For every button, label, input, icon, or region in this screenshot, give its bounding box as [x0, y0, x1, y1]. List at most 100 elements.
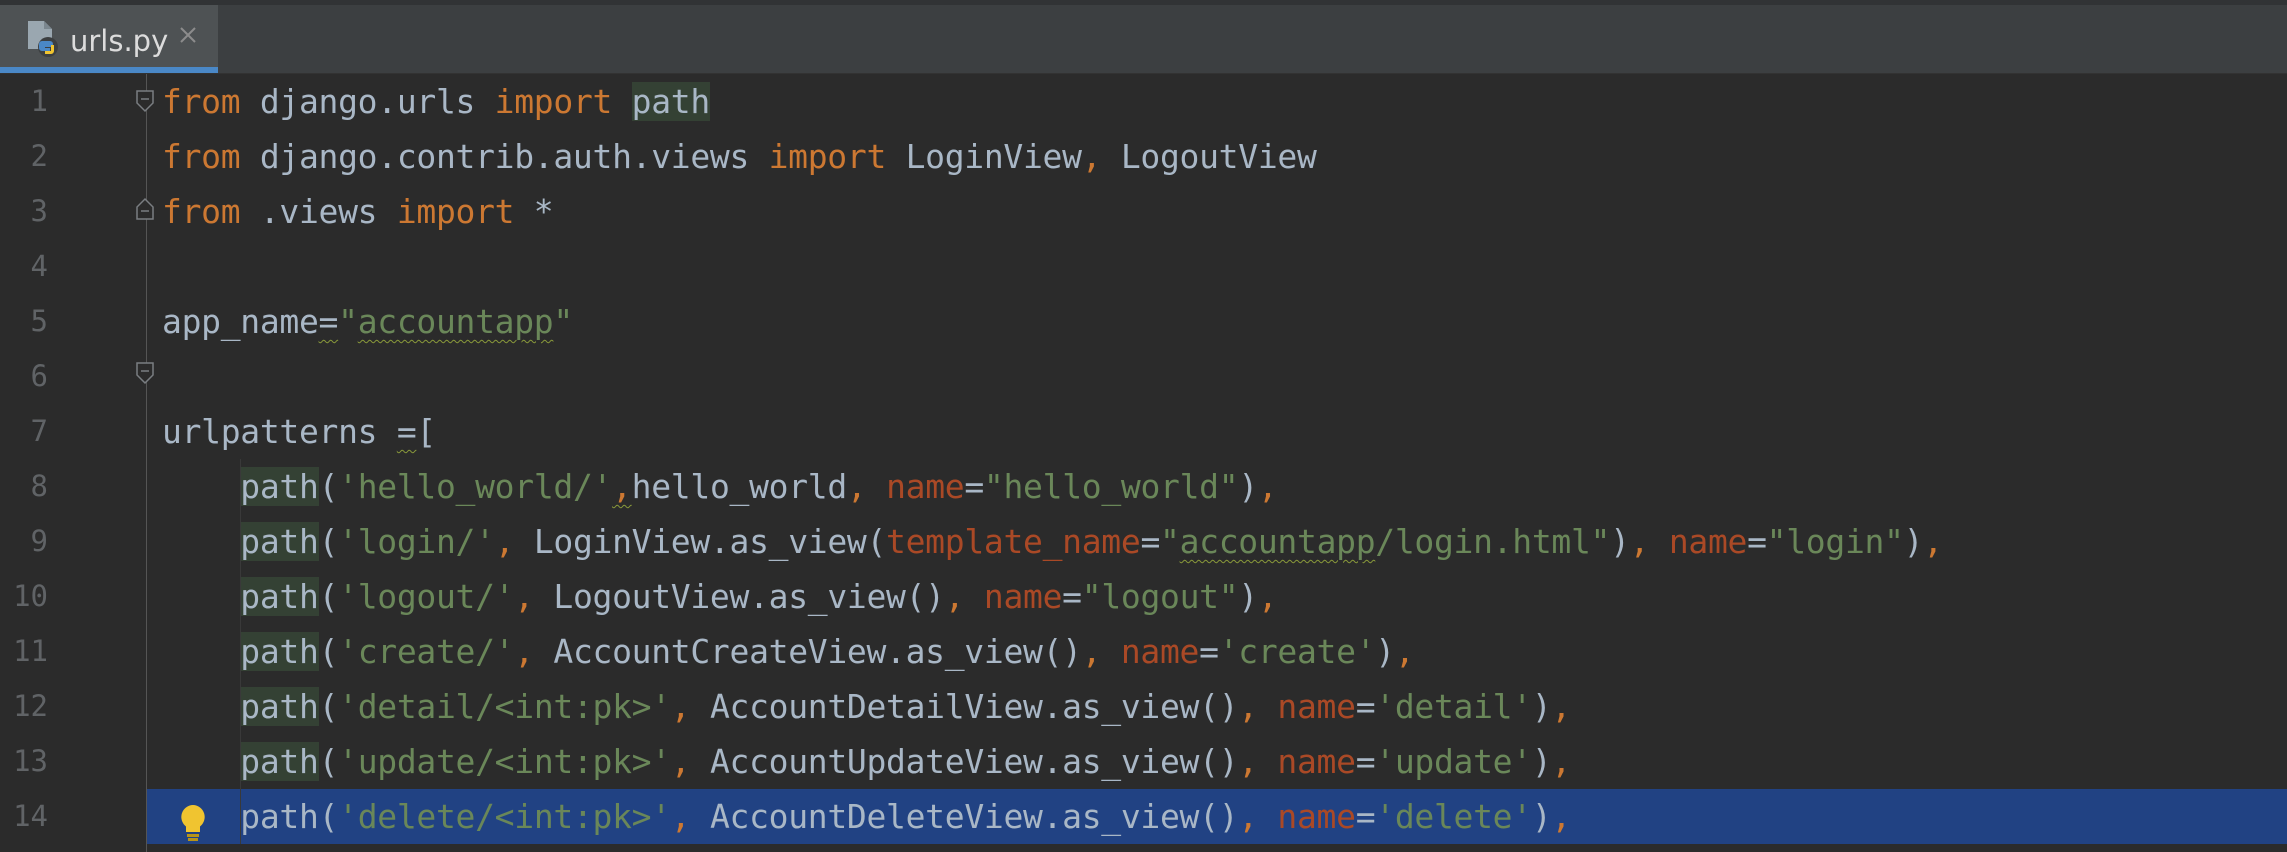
code-token: .views [240, 192, 397, 231]
code-line[interactable]: path('update/<int:pk>', AccountUpdateVie… [0, 734, 2287, 789]
code-line[interactable]: path('login/', LoginView.as_view(templat… [0, 514, 2287, 569]
fold-end-icon[interactable] [134, 196, 156, 222]
code-token: name [1277, 797, 1356, 836]
line-number[interactable]: 7 [0, 404, 48, 459]
code-token: , [1238, 742, 1278, 781]
code-text: path('delete/<int:pk>', AccountDeleteVie… [162, 789, 1571, 844]
code-token: 'hello_world/' [338, 467, 613, 506]
line-number[interactable]: 6 [0, 349, 48, 404]
code-token: , [1238, 687, 1278, 726]
code-token: django.urls [240, 82, 495, 121]
code-token: from [162, 137, 241, 176]
code-token: ( [318, 797, 339, 836]
code-token: 'delete/<int:pk>' [338, 797, 671, 836]
code-token: 'create/' [338, 632, 515, 671]
code-line[interactable] [0, 349, 2287, 404]
code-token: 'login/' [338, 522, 495, 561]
line-number[interactable]: 12 [0, 679, 48, 734]
code-token: , [1551, 742, 1571, 781]
code-token: ( [318, 742, 339, 781]
lightbulb-icon[interactable] [176, 802, 210, 844]
line-number[interactable]: 13 [0, 734, 48, 789]
code-token: , [846, 467, 887, 506]
close-icon[interactable] [174, 21, 202, 49]
code-token: * [514, 192, 554, 231]
code-line[interactable]: app_name="accountapp" [0, 294, 2287, 349]
code-token: , [1551, 687, 1571, 726]
code-token: , [1081, 632, 1121, 671]
code-token: 'delete' [1375, 797, 1532, 836]
code-text: from .views import * [162, 184, 554, 239]
code-line[interactable]: urlpatterns =[ [0, 404, 2287, 459]
code-text: path('hello_world/',hello_world, name="h… [162, 459, 1278, 514]
code-token: AccountDeleteView.as_view() [709, 797, 1239, 836]
code-text: path('create/', AccountCreateView.as_vie… [162, 624, 1415, 679]
code-line[interactable]: from .views import * [0, 184, 2287, 239]
code-line[interactable]: from django.urls import path [0, 74, 2287, 129]
code-token: path [240, 687, 319, 726]
tab-urls-py[interactable]: urls.py [0, 5, 218, 73]
line-number[interactable]: 5 [0, 294, 48, 349]
code-line[interactable]: path('detail/<int:pk>', AccountDetailVie… [0, 679, 2287, 734]
code-token: , [670, 687, 710, 726]
ide-window: urls.py from django.urls import path from… [0, 0, 2287, 852]
code-text: app_name="accountapp" [162, 294, 573, 349]
code-text: path('login/', LoginView.as_view(templat… [162, 514, 1943, 569]
line-number[interactable]: 4 [0, 239, 48, 294]
code-token: , [1551, 797, 1571, 836]
code-token: " [338, 302, 358, 341]
code-token: path [240, 467, 319, 506]
code-token: " [1160, 522, 1180, 561]
code-token: " [553, 302, 573, 341]
fold-start-icon[interactable] [134, 360, 156, 386]
code-token: path [240, 522, 319, 561]
code-token: ) [1238, 467, 1258, 506]
active-tab-indicator [0, 67, 218, 73]
code-token: , [494, 522, 534, 561]
fold-start-icon[interactable] [134, 88, 156, 114]
code-token: = [1140, 522, 1161, 561]
code-token: 'detail/<int:pk>' [338, 687, 671, 726]
code-token: = [1355, 797, 1376, 836]
gutter-separator [146, 74, 147, 852]
tab-bar-top-border [0, 0, 2287, 5]
code-token: from [162, 192, 241, 231]
line-number[interactable]: 14 [0, 789, 48, 844]
code-token: app_name [162, 302, 319, 341]
code-line[interactable] [0, 239, 2287, 294]
line-number[interactable]: 9 [0, 514, 48, 569]
code-editor[interactable]: from django.urls import path from django.… [0, 74, 2287, 852]
code-token: ) [1375, 632, 1395, 671]
code-line[interactable]: path('create/', AccountCreateView.as_vie… [0, 624, 2287, 679]
line-number[interactable]: 3 [0, 184, 48, 239]
line-number[interactable]: 8 [0, 459, 48, 514]
code-token: ( [318, 687, 339, 726]
code-token: 'update/<int:pk>' [338, 742, 671, 781]
line-number[interactable]: 10 [0, 569, 48, 624]
code-text: path('detail/<int:pk>', AccountDetailVie… [162, 679, 1571, 734]
code-token: = [396, 412, 417, 451]
code-token: name [983, 577, 1063, 616]
code-token: "hello_world" [983, 467, 1239, 506]
code-token: ) [1531, 797, 1552, 836]
code-token: LoginView.as_view( [533, 522, 887, 561]
code-line[interactable]: from django.contrib.auth.views import Lo… [0, 129, 2287, 184]
line-number[interactable]: 2 [0, 129, 48, 184]
code-line[interactable]: path('hello_world/',hello_world, name="h… [0, 459, 2287, 514]
code-text: path('logout/', LogoutView.as_view(), na… [162, 569, 1278, 624]
code-token: ( [318, 467, 339, 506]
code-line-selected[interactable]: path('delete/<int:pk>', AccountDeleteVie… [0, 789, 2287, 844]
code-token: , [514, 632, 554, 671]
code-token: ( [318, 632, 339, 671]
line-number[interactable]: 11 [0, 624, 48, 679]
code-token: , [1923, 522, 1943, 561]
code-token: ( [318, 577, 339, 616]
line-number[interactable]: 1 [0, 74, 48, 129]
code-line[interactable]: path('logout/', LogoutView.as_view(), na… [0, 569, 2287, 624]
python-file-icon [28, 21, 58, 57]
code-token: = [318, 302, 339, 341]
